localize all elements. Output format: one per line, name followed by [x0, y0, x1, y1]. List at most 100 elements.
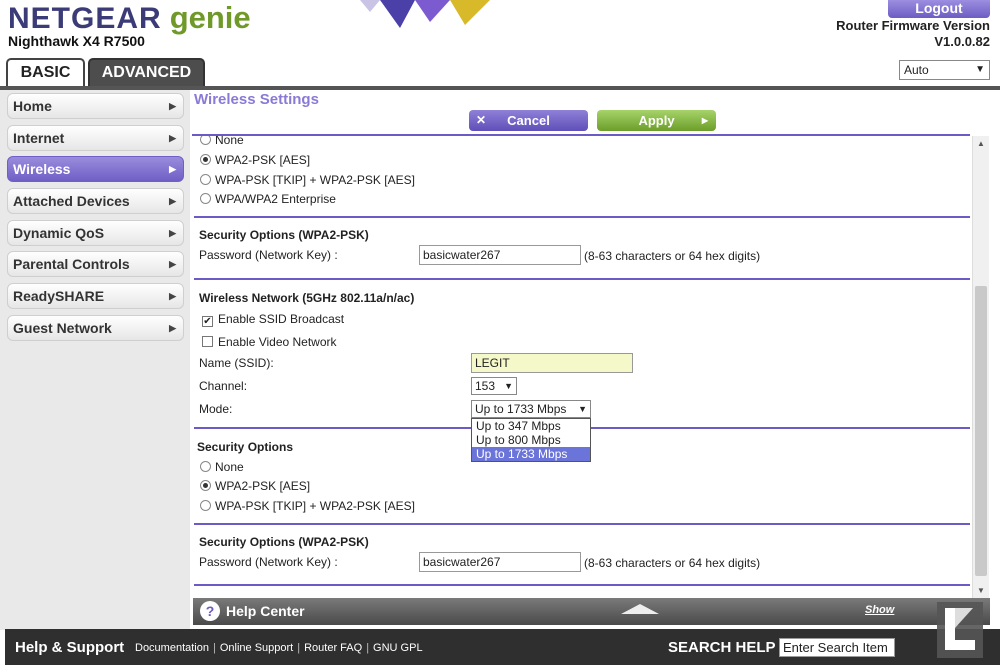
- radio-button[interactable]: [200, 193, 211, 204]
- tab-basic[interactable]: BASIC: [6, 58, 85, 86]
- scroll-up-icon[interactable]: ▲: [977, 139, 985, 148]
- sidebar-item-label: Home: [13, 98, 52, 114]
- video-network-checkbox[interactable]: Enable Video Network: [202, 335, 337, 349]
- radio-5ghz-mixed[interactable]: WPA-PSK [TKIP] + WPA2-PSK [AES]: [200, 499, 415, 513]
- section-heading-5ghz-security: Security Options: [197, 440, 294, 454]
- radio-button[interactable]: [200, 154, 211, 165]
- radio-security-wpa2[interactable]: WPA2-PSK [AES]: [200, 153, 310, 167]
- cancel-button[interactable]: ✕ Cancel: [469, 110, 588, 131]
- search-input[interactable]: Enter Search Item: [779, 638, 895, 657]
- brand-suffix: genie: [169, 0, 251, 35]
- radio-button[interactable]: [200, 480, 211, 491]
- content-scrollbar[interactable]: ▲ ▼: [972, 136, 989, 598]
- sidebar-item-readyshare[interactable]: ReadySHARE ▶: [7, 283, 184, 309]
- close-icon: ✕: [476, 113, 487, 127]
- sidebar-item-label: Dynamic QoS: [13, 225, 105, 241]
- radio-label: WPA-PSK [TKIP] + WPA2-PSK [AES]: [215, 499, 415, 513]
- tab-advanced[interactable]: ADVANCED: [88, 58, 205, 86]
- password-input-5ghz[interactable]: basicwater267: [419, 552, 581, 572]
- expand-arrow-icon[interactable]: [621, 604, 659, 614]
- sidebar-item-parental-controls[interactable]: Parental Controls ▶: [7, 251, 184, 277]
- checkbox[interactable]: [202, 336, 213, 347]
- radio-button[interactable]: [200, 500, 211, 511]
- link-router-faq[interactable]: Router FAQ: [304, 642, 362, 654]
- radio-button[interactable]: [200, 461, 211, 472]
- radio-label: WPA2-PSK [AES]: [215, 479, 311, 493]
- mode-dropdown-list: Up to 347 Mbps Up to 800 Mbps Up to 1733…: [471, 418, 591, 462]
- footer-title: Help & Support: [15, 639, 125, 656]
- sidebar-item-dynamic-qos[interactable]: Dynamic QoS ▶: [7, 220, 184, 246]
- page-title: Wireless Settings: [194, 91, 319, 108]
- link-gnu-gpl[interactable]: GNU GPL: [373, 642, 423, 654]
- sidebar-item-internet[interactable]: Internet ▶: [7, 125, 184, 151]
- radio-5ghz-none[interactable]: None: [200, 460, 244, 474]
- radio-button[interactable]: [200, 136, 211, 145]
- radio-button[interactable]: [200, 174, 211, 185]
- firmware-version: V1.0.0.82: [934, 34, 990, 49]
- sidebar: Home ▶ Internet ▶ Wireless ▶ Attached Devic…: [0, 90, 190, 630]
- mode-value: Up to 1733 Mbps: [475, 402, 567, 416]
- sidebar-item-label: Wireless: [13, 161, 71, 177]
- chevron-down-icon: ▼: [578, 404, 587, 414]
- link-online-support[interactable]: Online Support: [220, 642, 293, 654]
- help-icon: ?: [200, 601, 220, 621]
- sidebar-item-label: Internet: [13, 130, 65, 146]
- sidebar-item-wireless[interactable]: Wireless ▶: [7, 156, 184, 182]
- radio-label: None: [215, 460, 244, 474]
- scroll-down-icon[interactable]: ▼: [977, 586, 985, 595]
- language-value: Auto: [904, 63, 929, 77]
- language-select[interactable]: Auto ▼: [899, 60, 990, 80]
- main-panel: Wireless Settings ✕ Cancel Apply ▶ None …: [190, 90, 1000, 600]
- radio-security-enterprise[interactable]: WPA/WPA2 Enterprise: [200, 192, 336, 206]
- checkbox[interactable]: ✔: [202, 316, 213, 327]
- section-heading-24-key: Security Options (WPA2-PSK): [199, 228, 369, 242]
- netgear-logo: NETGEAR genie: [8, 0, 251, 36]
- radio-security-mixed[interactable]: WPA-PSK [TKIP] + WPA2-PSK [AES]: [200, 173, 415, 187]
- channel-select[interactable]: 153 ▼: [471, 377, 517, 395]
- watermark-logo: [937, 602, 983, 658]
- channel-label: Channel:: [199, 379, 248, 393]
- mode-option-selected[interactable]: Up to 1733 Mbps: [472, 447, 590, 461]
- mode-option[interactable]: Up to 347 Mbps: [472, 419, 590, 433]
- ssid-broadcast-checkbox[interactable]: ✔ Enable SSID Broadcast: [202, 312, 344, 327]
- sidebar-item-label: Parental Controls: [13, 256, 130, 272]
- chevron-right-icon: ▶: [169, 164, 176, 174]
- mode-label: Mode:: [199, 402, 233, 416]
- sidebar-item-attached-devices[interactable]: Attached Devices ▶: [7, 188, 184, 214]
- apply-label: Apply: [638, 113, 675, 128]
- checkbox-label: Enable SSID Broadcast: [218, 312, 345, 326]
- settings-content: None WPA2-PSK [AES] WPA-PSK [TKIP] + WPA…: [190, 136, 980, 598]
- help-center-title: Help Center: [226, 603, 305, 619]
- chevron-down-icon: ▼: [975, 64, 985, 75]
- mode-select[interactable]: Up to 1733 Mbps ▼: [471, 400, 591, 418]
- header: NETGEAR genie Nighthawk X4 R7500 Logout R…: [0, 0, 1000, 90]
- radio-label: None: [215, 136, 244, 147]
- sidebar-item-guest-network[interactable]: Guest Network ▶: [7, 315, 184, 341]
- chevron-right-icon: ▶: [169, 259, 176, 269]
- radio-5ghz-wpa2[interactable]: WPA2-PSK [AES]: [200, 479, 310, 493]
- password-label: Password (Network Key) :: [199, 248, 338, 262]
- section-separator: [194, 523, 970, 525]
- brand-name: NETGEAR: [8, 2, 162, 35]
- apply-button[interactable]: Apply ▶: [597, 110, 716, 131]
- search-help-label: SEARCH HELP: [668, 639, 776, 656]
- ssid-input[interactable]: LEGIT: [471, 353, 633, 373]
- password-input-24[interactable]: basicwater267: [419, 245, 581, 265]
- scrollbar-thumb[interactable]: [975, 286, 987, 576]
- help-show-link[interactable]: Show: [865, 604, 894, 616]
- cancel-label: Cancel: [507, 113, 550, 128]
- mode-option[interactable]: Up to 800 Mbps: [472, 433, 590, 447]
- logout-button[interactable]: Logout: [888, 0, 990, 18]
- channel-value: 153: [475, 379, 496, 393]
- radio-security-none[interactable]: None: [200, 136, 244, 147]
- sidebar-item-label: Attached Devices: [13, 193, 130, 209]
- help-center-bar[interactable]: ? Help Center Show: [193, 598, 990, 625]
- radio-label: WPA/WPA2 Enterprise: [215, 192, 336, 206]
- footer-links: Documentation | Online Support | Router FAQ |…: [135, 642, 423, 654]
- section-heading-5ghz: Wireless Network (5GHz 802.11a/n/ac): [199, 291, 415, 305]
- chevron-right-icon: ▶: [169, 228, 176, 238]
- ssid-label: Name (SSID):: [199, 356, 274, 370]
- sidebar-item-home[interactable]: Home ▶: [7, 93, 184, 119]
- link-documentation[interactable]: Documentation: [135, 642, 209, 654]
- section-heading-5ghz-key: Security Options (WPA2-PSK): [199, 535, 369, 549]
